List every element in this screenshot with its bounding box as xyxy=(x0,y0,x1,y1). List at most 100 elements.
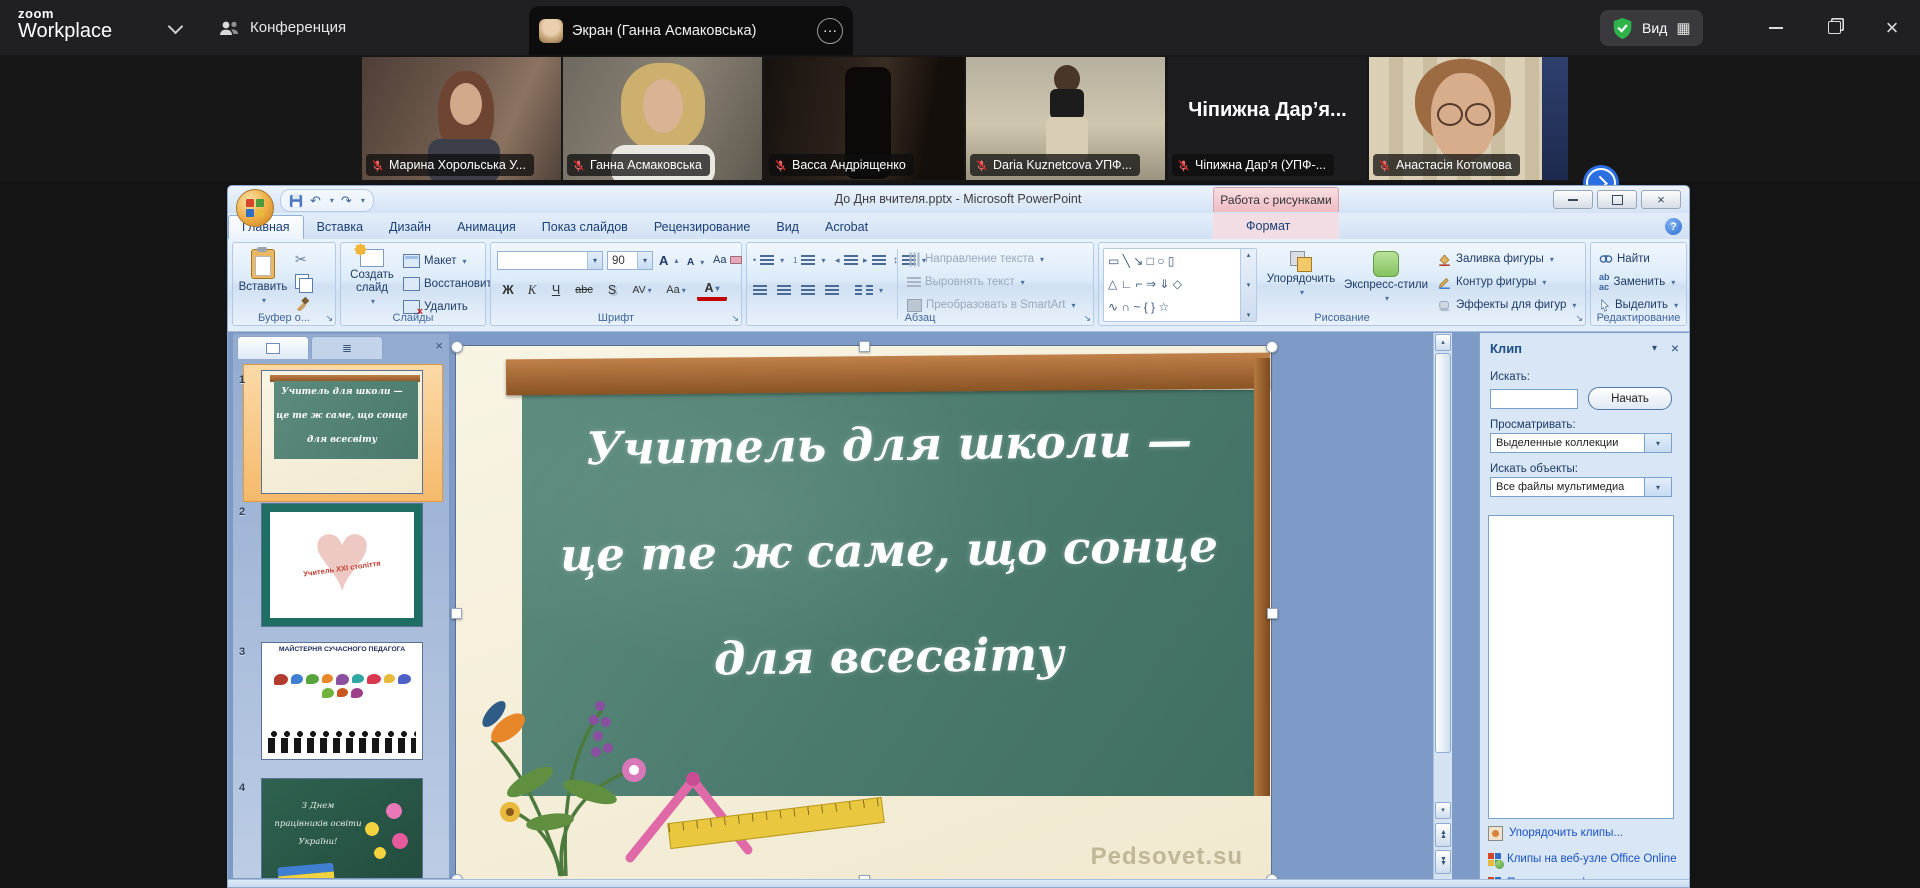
layout-button[interactable]: Макет ▾ xyxy=(403,251,467,271)
increase-indent-button[interactable]: ▸ xyxy=(863,250,886,270)
align-right-button[interactable] xyxy=(801,280,815,300)
columns-button[interactable]: ▾ xyxy=(855,280,883,300)
slide-scrollbar[interactable]: ▴ ▾ ▲ ▲ ▼ ▼ xyxy=(1433,333,1452,879)
window-restore-button[interactable] xyxy=(1812,0,1856,55)
italic-button[interactable]: К xyxy=(521,279,543,301)
align-center-button[interactable] xyxy=(777,280,791,300)
font-color-button[interactable]: А ▾ xyxy=(697,279,727,301)
reset-slide-button[interactable]: Восстановить xyxy=(403,274,498,294)
window-close-button[interactable]: × xyxy=(1870,0,1914,55)
underline-button[interactable]: Ч xyxy=(545,279,567,301)
tab-review[interactable]: Рецензирование xyxy=(641,216,764,239)
quick-styles-button[interactable]: Экспресс-стили ▾ xyxy=(1343,251,1429,303)
participant-tile[interactable]: Васса Андріященко xyxy=(765,57,964,180)
slide-thumbnail-2[interactable]: ♥ Учитель XXI століття xyxy=(261,503,423,627)
slides-tab[interactable] xyxy=(237,336,309,359)
scroll-up-button[interactable]: ▴ xyxy=(1435,334,1451,351)
participant-tile[interactable]: Марина Хорольська У... xyxy=(362,57,561,180)
pane-close-icon[interactable]: × xyxy=(1671,340,1679,356)
slide-canvas[interactable]: Учитель для школи — це те ж саме, що сон… xyxy=(451,341,1278,886)
scroll-down-icon[interactable]: ▾ xyxy=(1247,281,1251,289)
redo-icon[interactable]: ↷ xyxy=(341,194,352,207)
view-control[interactable]: Вид ▦ xyxy=(1600,10,1703,46)
cut-button[interactable]: ✂ xyxy=(295,249,307,269)
participant-tile[interactable]: Анастасія Котомова xyxy=(1369,57,1568,180)
participant-tile-camera-off[interactable]: Чіпижна Дар’я... Чіпижна Дар’я (УПФ-... xyxy=(1168,57,1367,180)
shapes-gallery-scrollbar[interactable]: ▴ ▾ ▾ xyxy=(1240,249,1256,321)
bullets-button[interactable]: • ▾ xyxy=(753,250,784,270)
dialog-launcher-icon[interactable]: ↘ xyxy=(325,314,333,323)
organize-clips-link[interactable]: Упорядочить клипы... xyxy=(1488,823,1623,843)
new-slide-button[interactable]: Создать слайд ▾ xyxy=(345,243,399,306)
shape-fill-button[interactable]: Заливка фигуры ▾ xyxy=(1437,249,1554,269)
justify-button[interactable] xyxy=(825,280,839,300)
character-spacing-button[interactable]: AV ▾ xyxy=(627,279,657,301)
dialog-launcher-icon[interactable]: ↘ xyxy=(1083,314,1091,323)
shape-outline-button[interactable]: Контур фигуры ▾ xyxy=(1437,272,1546,292)
tab-screen-share[interactable]: Экран (Ганна Асмаковська) … xyxy=(529,6,853,55)
align-text-button[interactable]: Выровнять текст ▾ xyxy=(907,272,1025,292)
help-button[interactable]: ? xyxy=(1665,218,1682,235)
chevron-down-icon[interactable] xyxy=(167,18,184,35)
dialog-launcher-icon[interactable]: ↘ xyxy=(731,314,739,323)
tab-meeting[interactable]: Конференция xyxy=(208,9,356,46)
text-direction-button[interactable]: Направление текста ▾ xyxy=(907,249,1044,269)
window-minimize-button[interactable] xyxy=(1754,0,1798,55)
more-options-button[interactable]: … xyxy=(817,17,843,44)
undo-dropdown-icon[interactable]: ▾ xyxy=(330,196,334,205)
slide-thumbnail-1[interactable]: Учитель для школи — це те ж саме, що сон… xyxy=(261,370,423,494)
scrollbar-thumb[interactable] xyxy=(1435,353,1451,753)
pane-menu-icon[interactable]: ▾ xyxy=(1652,343,1657,354)
office-button[interactable] xyxy=(236,189,274,227)
qat-customize-icon[interactable]: ▾ xyxy=(361,196,365,205)
find-button[interactable]: Найти xyxy=(1599,249,1650,269)
numbering-button[interactable]: 1 ▾ xyxy=(793,250,825,270)
ppt-minimize-button[interactable] xyxy=(1553,190,1593,209)
go-button[interactable]: Начать xyxy=(1588,387,1672,410)
next-slide-button[interactable]: ▼ ▼ xyxy=(1435,850,1451,874)
slide-thumbnail-4[interactable]: З Днем працівників освіти України! xyxy=(261,778,423,878)
office-online-link[interactable]: Клипы на веб-узле Office Online xyxy=(1488,849,1677,869)
resize-handle-ne[interactable] xyxy=(1266,341,1278,353)
close-panel-button[interactable]: × xyxy=(435,338,443,353)
resize-handle-nw[interactable] xyxy=(451,341,463,353)
tab-slideshow[interactable]: Показ слайдов xyxy=(529,216,641,239)
tab-design[interactable]: Дизайн xyxy=(376,216,444,239)
text-shadow-button[interactable]: S xyxy=(601,279,623,301)
participant-tile[interactable]: Daria Kuznetcova УПФ... xyxy=(966,57,1165,180)
collections-dropdown[interactable]: Выделенные коллекции ▾ xyxy=(1490,433,1672,453)
ppt-maximize-button[interactable] xyxy=(1597,190,1637,209)
tab-animation[interactable]: Анимация xyxy=(444,216,529,239)
shrink-font-button[interactable]: А ▾ xyxy=(687,252,704,272)
arrange-button[interactable]: Упорядочить ▾ xyxy=(1263,251,1339,297)
decrease-indent-button[interactable]: ◂ xyxy=(835,250,858,270)
change-case-button[interactable]: Aa ▾ xyxy=(661,279,691,301)
ppt-close-button[interactable]: × xyxy=(1641,190,1681,209)
align-left-button[interactable] xyxy=(753,280,767,300)
media-types-dropdown[interactable]: Все файлы мультимедиа ▾ xyxy=(1490,477,1672,497)
previous-slide-button[interactable]: ▲ ▲ xyxy=(1435,823,1451,847)
font-size-combobox[interactable]: 90 ▾ xyxy=(607,251,653,270)
clear-formatting-button[interactable]: Aa xyxy=(713,250,743,270)
shapes-gallery[interactable]: ▭ ╲ ↘ □ ○ ▯ △ ∟ ⌐ ⇒ ⇓ ◇ ∿ ∩ ~ { } ☆ ▴ ▾ … xyxy=(1103,248,1257,322)
format-painter-button[interactable] xyxy=(295,293,310,313)
resize-handle-n[interactable] xyxy=(859,341,870,352)
tab-view[interactable]: Вид xyxy=(763,216,812,239)
tab-format[interactable]: Формат xyxy=(1233,215,1303,238)
resize-handle-w[interactable] xyxy=(451,608,462,619)
tab-insert[interactable]: Вставка xyxy=(304,216,376,239)
slide-thumbnail-3[interactable]: МАЙСТЕРНЯ СУЧАСНОГО ПЕДАГОГА xyxy=(261,642,423,760)
tab-acrobat[interactable]: Acrobat xyxy=(812,216,881,239)
copy-button[interactable] xyxy=(295,271,313,293)
save-icon[interactable] xyxy=(289,194,303,208)
bold-button[interactable]: Ж xyxy=(497,279,519,301)
search-input[interactable] xyxy=(1490,389,1578,409)
font-name-combobox[interactable]: ▾ xyxy=(497,251,603,270)
participant-tile-active-speaker[interactable]: Ганна Асмаковська xyxy=(563,57,762,180)
dialog-launcher-icon[interactable]: ↘ xyxy=(1575,314,1583,323)
paste-button[interactable]: Вставить ▾ xyxy=(239,247,287,305)
clip-results-listbox[interactable] xyxy=(1488,515,1674,819)
grow-font-button[interactable]: А ▴ xyxy=(659,250,678,270)
undo-icon[interactable]: ↶ xyxy=(310,194,321,207)
resize-handle-e[interactable] xyxy=(1267,608,1278,619)
